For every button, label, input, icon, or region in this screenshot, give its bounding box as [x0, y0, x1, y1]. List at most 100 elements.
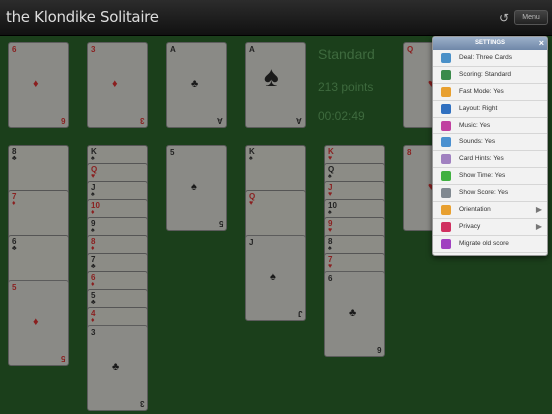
settings-item-label: Privacy [459, 222, 481, 230]
suit-icon: ♦ [112, 78, 118, 90]
suit-icon: ♠ [91, 155, 95, 162]
privacy-icon [441, 221, 451, 232]
settings-item-label: Scoring: Standard [459, 70, 512, 78]
close-icon[interactable]: × [539, 37, 544, 50]
settings-item[interactable]: Deal: Three Cards [433, 50, 547, 67]
suit-icon: ♦ [33, 316, 39, 328]
suit-icon: ♦ [91, 209, 95, 216]
settings-item-label: Show Score: Yes [459, 189, 509, 197]
suit-icon: ♦ [91, 281, 95, 288]
app-title: the Klondike Solitaire [6, 8, 159, 26]
fast-mode-icon [441, 86, 451, 97]
settings-item-label: Layout: Right [459, 104, 498, 112]
foundation-card[interactable]: A A ♠ [245, 42, 306, 128]
tableau-card[interactable]: K ♠ [245, 145, 306, 194]
sounds-icon [441, 137, 451, 148]
suit-icon: ♠ [264, 61, 279, 92]
settings-item-label: Sounds: Yes [459, 138, 496, 146]
undo-icon[interactable]: ↺ [497, 11, 511, 25]
layout-icon [441, 103, 451, 114]
settings-item-label: Deal: Three Cards [459, 54, 512, 61]
suit-icon: ♣ [91, 263, 96, 270]
suit-icon: ♦ [91, 245, 95, 252]
card-rank: 6 [328, 274, 333, 283]
card-rank: 3 [91, 45, 96, 54]
card-rank: A [217, 116, 223, 125]
chevron-right-icon: ▶ [535, 205, 542, 215]
deal-icon [441, 53, 451, 63]
card-rank: 3 [139, 399, 144, 408]
tableau-top-card[interactable]: 6 6 ♣ [324, 271, 385, 357]
settings-item[interactable]: Show Time: Yes [433, 168, 547, 186]
tableau-top-card[interactable]: 5 5 ♠ [166, 145, 227, 231]
time-label: 00:02:49 [318, 109, 365, 123]
settings-item[interactable]: Card Hints: Yes [433, 151, 547, 169]
score-label: 213 points [318, 80, 374, 94]
foundation-card[interactable]: 6 6 ♦ [8, 42, 69, 128]
settings-item[interactable]: Fast Mode: Yes [433, 84, 547, 101]
settings-item[interactable]: Orientation ▶ [433, 202, 547, 219]
migrate-icon [441, 238, 451, 249]
music-icon [441, 120, 451, 131]
top-bar: the Klondike Solitaire ↺ Menu [0, 0, 552, 36]
suit-icon: ♠ [249, 155, 253, 162]
game-mode-label: Standard [318, 46, 375, 62]
suit-icon: ♥ [328, 263, 333, 270]
settings-item[interactable]: Show Score: Yes [433, 185, 547, 203]
card-rank: 6 [12, 45, 17, 54]
suit-icon: ♠ [328, 245, 332, 252]
tableau-card[interactable]: 8 ♣ [8, 145, 69, 194]
tableau-top-card[interactable]: 3 3 ♣ [87, 325, 148, 411]
settings-item-label: Orientation [459, 206, 491, 214]
settings-item[interactable]: Music: Yes [433, 118, 547, 135]
chevron-right-icon: ▶ [535, 221, 542, 231]
settings-header: SETTINGS × [433, 37, 547, 50]
settings-item-label: Fast Mode: Yes [459, 87, 504, 95]
suit-icon: ♥ [328, 191, 333, 198]
tableau-card[interactable]: 7 ♦ [8, 190, 69, 239]
settings-item[interactable]: Migrate old score [433, 236, 547, 253]
card-rank: A [249, 45, 255, 54]
suit-icon: ♠ [328, 209, 332, 216]
suit-icon: ♦ [12, 200, 16, 207]
suit-icon: ♣ [112, 361, 120, 373]
settings-title: SETTINGS [474, 40, 505, 46]
suit-icon: ♠ [91, 191, 95, 198]
foundation-card[interactable]: 3 3 ♦ [87, 42, 148, 128]
card-rank: Q [407, 45, 414, 54]
tableau-card[interactable]: Q ♥ [245, 190, 306, 239]
suit-icon: ♦ [33, 78, 39, 90]
suit-icon: ♣ [191, 78, 199, 90]
card-rank: 5 [12, 283, 17, 292]
card-rank: 3 [139, 116, 144, 125]
card-rank: J [297, 309, 302, 318]
tableau-card[interactable]: 6 ♣ [8, 235, 69, 284]
suit-icon: ♥ [328, 227, 333, 234]
suit-icon: ♣ [12, 155, 17, 162]
scoring-icon [441, 69, 451, 80]
hints-icon [441, 154, 451, 165]
settings-item[interactable]: Sounds: Yes [433, 134, 547, 152]
card-rank: 5 [218, 219, 223, 228]
suit-icon: ♠ [270, 271, 276, 283]
suit-icon: ♥ [328, 155, 333, 162]
settings-popover: SETTINGS × Deal: Three Cards Scoring: Sta… [432, 36, 548, 256]
card-rank: 5 [170, 148, 175, 157]
tableau-top-card[interactable]: J J ♠ [245, 235, 306, 321]
settings-item-label: Migrate old score [459, 239, 509, 247]
settings-item[interactable]: Privacy ▶ [433, 219, 547, 236]
menu-button[interactable]: Menu [514, 10, 548, 25]
suit-icon: ♥ [91, 173, 96, 180]
suit-icon: ♣ [12, 245, 17, 252]
suit-icon: ♦ [91, 317, 95, 324]
settings-item-label: Show Time: Yes [459, 172, 506, 180]
tableau-top-card[interactable]: 5 5 ♦ [8, 280, 69, 366]
card-rank: A [170, 45, 176, 54]
settings-item[interactable]: Layout: Right [433, 101, 547, 118]
foundation-card[interactable]: A A ♣ [166, 42, 227, 128]
suit-icon: ♣ [349, 307, 357, 319]
settings-item[interactable]: Scoring: Standard [433, 67, 547, 84]
card-rank: 3 [91, 328, 96, 337]
time-icon [441, 171, 451, 182]
suit-icon: ♠ [91, 227, 95, 234]
